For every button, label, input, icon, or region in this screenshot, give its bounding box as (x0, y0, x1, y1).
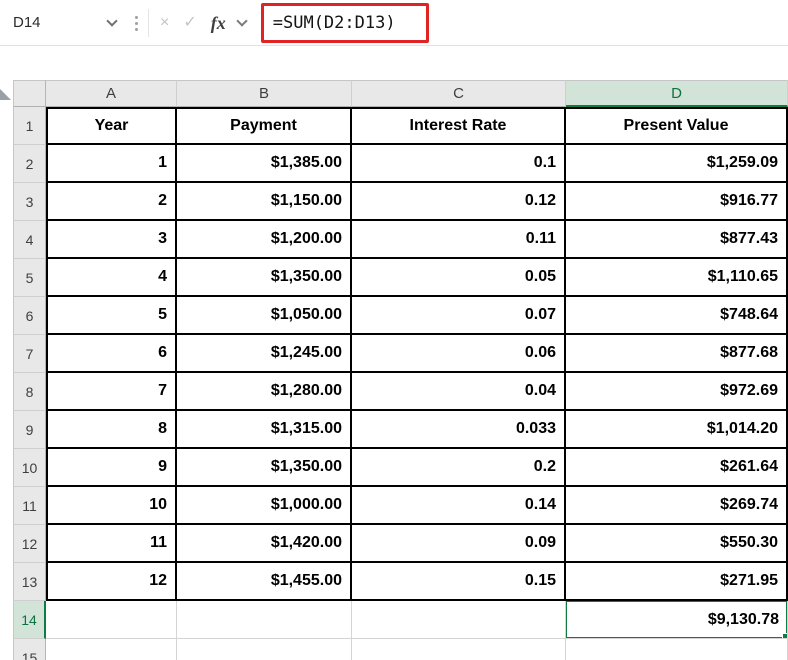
row-header-6[interactable]: 6 (13, 297, 46, 335)
cell-C1[interactable]: Interest Rate (352, 107, 566, 145)
cell-A13[interactable]: 12 (46, 563, 177, 601)
cell-B4[interactable]: $1,200.00 (177, 221, 352, 259)
cell-A2[interactable]: 1 (46, 145, 177, 183)
row-header-4[interactable]: 4 (13, 221, 46, 259)
name-box-value: D14 (13, 14, 41, 31)
row-header-1[interactable]: 1 (13, 107, 46, 145)
row-header-12[interactable]: 12 (13, 525, 46, 563)
row-header-14[interactable]: 14 (13, 601, 46, 639)
cell-A9[interactable]: 8 (46, 411, 177, 449)
cell-C9[interactable]: 0.033 (352, 411, 566, 449)
cell-A5[interactable]: 4 (46, 259, 177, 297)
cell-A8[interactable]: 7 (46, 373, 177, 411)
cell-B14[interactable] (177, 601, 352, 639)
cell-C8[interactable]: 0.04 (352, 373, 566, 411)
cell-D2[interactable]: $1,259.09 (566, 145, 788, 183)
cell-A14[interactable] (46, 601, 177, 639)
cell-D4[interactable]: $877.43 (566, 221, 788, 259)
cell-A6[interactable]: 5 (46, 297, 177, 335)
cell-A10[interactable]: 9 (46, 449, 177, 487)
cell-C11[interactable]: 0.14 (352, 487, 566, 525)
row-header-5[interactable]: 5 (13, 259, 46, 297)
cell-B11[interactable]: $1,000.00 (177, 487, 352, 525)
worksheet: A B C D 1 Year Payment Interest Rate Present Val… (0, 80, 788, 660)
formula-bar-divider (148, 8, 149, 37)
cell-C15[interactable] (352, 639, 566, 660)
row-header-10[interactable]: 10 (13, 449, 46, 487)
formula-bar-chevron-icon[interactable] (236, 14, 248, 27)
cell-B15[interactable] (177, 639, 352, 660)
cell-grid: A B C D 1 Year Payment Interest Rate Present Val… (13, 80, 788, 660)
cell-C2[interactable]: 0.1 (352, 145, 566, 183)
cancel-icon[interactable]: × (160, 14, 169, 31)
select-all-corner[interactable] (13, 80, 46, 107)
active-cell-D14[interactable]: $9,130.78 (566, 601, 788, 639)
cell-D11[interactable]: $269.74 (566, 487, 788, 525)
cell-D1[interactable]: Present Value (566, 107, 788, 145)
enter-icon[interactable]: ✓ (183, 14, 196, 31)
cell-B5[interactable]: $1,350.00 (177, 259, 352, 297)
insert-function-icon[interactable]: fx (211, 14, 226, 32)
column-header-D[interactable]: D (566, 80, 788, 107)
cell-B6[interactable]: $1,050.00 (177, 297, 352, 335)
cell-C14[interactable] (352, 601, 566, 639)
row-header-8[interactable]: 8 (13, 373, 46, 411)
cell-D6[interactable]: $748.64 (566, 297, 788, 335)
cell-A4[interactable]: 3 (46, 221, 177, 259)
sheet-left-gutter (0, 80, 13, 660)
cell-B2[interactable]: $1,385.00 (177, 145, 352, 183)
cell-B12[interactable]: $1,420.00 (177, 525, 352, 563)
cell-D5[interactable]: $1,110.65 (566, 259, 788, 297)
cell-D13[interactable]: $271.95 (566, 563, 788, 601)
name-box-chevron-icon[interactable] (106, 14, 118, 27)
row-header-11[interactable]: 11 (13, 487, 46, 525)
splitter-dots-icon[interactable] (135, 14, 138, 31)
cell-C10[interactable]: 0.2 (352, 449, 566, 487)
column-header-B[interactable]: B (177, 80, 352, 107)
cell-A3[interactable]: 2 (46, 183, 177, 221)
row-header-7[interactable]: 7 (13, 335, 46, 373)
cell-C13[interactable]: 0.15 (352, 563, 566, 601)
row-header-9[interactable]: 9 (13, 411, 46, 449)
column-header-A[interactable]: A (46, 80, 177, 107)
cell-D10[interactable]: $261.64 (566, 449, 788, 487)
row-header-3[interactable]: 3 (13, 183, 46, 221)
cell-B1[interactable]: Payment (177, 107, 352, 145)
cell-D8[interactable]: $972.69 (566, 373, 788, 411)
cell-B8[interactable]: $1,280.00 (177, 373, 352, 411)
cell-A7[interactable]: 6 (46, 335, 177, 373)
excel-window: D14 × ✓ fx =SUM(D2:D13) A B C D 1 Year Payment… (0, 0, 788, 660)
column-header-C[interactable]: C (352, 80, 566, 107)
cell-C5[interactable]: 0.05 (352, 259, 566, 297)
cell-A15[interactable] (46, 639, 177, 660)
cell-B3[interactable]: $1,150.00 (177, 183, 352, 221)
cell-C7[interactable]: 0.06 (352, 335, 566, 373)
cell-D3[interactable]: $916.77 (566, 183, 788, 221)
cell-D12[interactable]: $550.30 (566, 525, 788, 563)
cell-D9[interactable]: $1,014.20 (566, 411, 788, 449)
cell-D7[interactable]: $877.68 (566, 335, 788, 373)
row-header-15[interactable]: 15 (13, 639, 46, 660)
cell-B9[interactable]: $1,315.00 (177, 411, 352, 449)
cell-C12[interactable]: 0.09 (352, 525, 566, 563)
cell-B7[interactable]: $1,245.00 (177, 335, 352, 373)
cell-C6[interactable]: 0.07 (352, 297, 566, 335)
formula-highlight-box: =SUM(D2:D13) (260, 2, 429, 43)
cell-A1[interactable]: Year (46, 107, 177, 145)
formula-input[interactable]: =SUM(D2:D13) (273, 13, 396, 33)
select-all-corner-partial-icon (0, 89, 11, 100)
row-header-2[interactable]: 2 (13, 145, 46, 183)
row-header-13[interactable]: 13 (13, 563, 46, 601)
name-box[interactable]: D14 (0, 0, 126, 45)
cell-A11[interactable]: 10 (46, 487, 177, 525)
ribbon-spacer (0, 46, 788, 80)
cell-B10[interactable]: $1,350.00 (177, 449, 352, 487)
cell-A12[interactable]: 11 (46, 525, 177, 563)
cell-C4[interactable]: 0.11 (352, 221, 566, 259)
formula-bar: D14 × ✓ fx =SUM(D2:D13) (0, 0, 788, 46)
cell-D15[interactable] (566, 639, 788, 660)
cell-C3[interactable]: 0.12 (352, 183, 566, 221)
cell-B13[interactable]: $1,455.00 (177, 563, 352, 601)
